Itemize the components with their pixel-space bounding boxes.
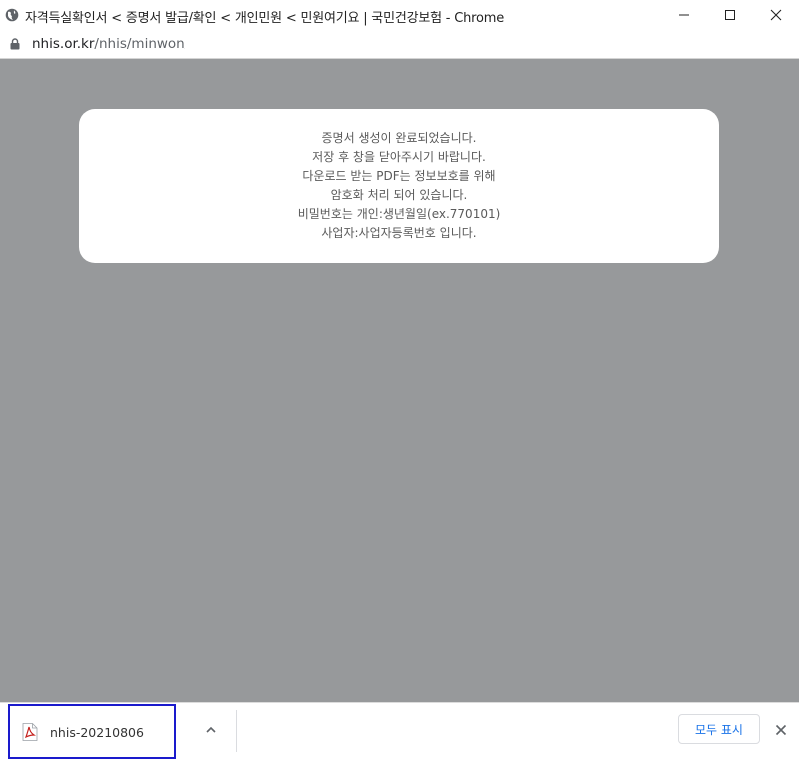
message-box: 증명서 생성이 완료되었습니다. 저장 후 창을 닫아주시기 바랍니다. 다운로… bbox=[79, 109, 719, 263]
url-host: nhis.or.kr bbox=[32, 36, 95, 52]
minimize-button[interactable] bbox=[661, 0, 707, 30]
close-icon bbox=[770, 9, 782, 21]
download-bar: nhis-20210806 모두 표시 bbox=[0, 702, 799, 760]
message-line: 비밀번호는 개인:생년월일(ex.770101) bbox=[297, 207, 501, 221]
message-line: 다운로드 받는 PDF는 정보보호를 위해 bbox=[302, 169, 496, 183]
page-content: 증명서 생성이 완료되었습니다. 저장 후 창을 닫아주시기 바랍니다. 다운로… bbox=[0, 59, 799, 702]
close-download-bar-icon[interactable] bbox=[773, 722, 789, 738]
minimize-icon bbox=[679, 14, 689, 16]
message-text: 증명서 생성이 완료되었습니다. 저장 후 창을 닫아주시기 바랍니다. 다운로… bbox=[79, 129, 719, 243]
divider bbox=[236, 710, 237, 752]
url-text: nhis.or.kr/nhis/minwon/ bbox=[32, 36, 189, 52]
message-line: 증명서 생성이 완료되었습니다. bbox=[321, 131, 477, 145]
close-window-button[interactable] bbox=[753, 0, 799, 30]
address-bar[interactable]: nhis.or.kr/nhis/minwon/ bbox=[0, 30, 799, 59]
message-line: 저장 후 창을 닫아주시기 바랍니다. bbox=[312, 150, 486, 164]
window-title: 자격득실확인서 < 증명서 발급/확인 < 개인민원 < 민원여기요 | 국민건… bbox=[25, 11, 505, 26]
download-file-name: nhis-20210806 bbox=[50, 725, 144, 740]
globe-icon bbox=[5, 8, 19, 22]
download-item[interactable]: nhis-20210806 bbox=[8, 704, 176, 759]
show-all-button[interactable]: 모두 표시 bbox=[678, 714, 760, 744]
maximize-button[interactable] bbox=[707, 0, 753, 30]
message-line: 암호화 처리 되어 있습니다. bbox=[330, 188, 468, 202]
url-redaction bbox=[185, 37, 278, 51]
url-path: /nhis/minwon/ bbox=[94, 36, 190, 52]
title-bar: 자격득실확인서 < 증명서 발급/확인 < 개인민원 < 민원여기요 | 국민건… bbox=[0, 0, 799, 30]
pdf-icon bbox=[22, 723, 38, 741]
lock-icon bbox=[10, 38, 20, 50]
maximize-icon bbox=[725, 10, 735, 20]
chevron-up-icon[interactable] bbox=[204, 723, 218, 737]
message-line: 사업자:사업자등록번호 입니다. bbox=[321, 226, 477, 240]
